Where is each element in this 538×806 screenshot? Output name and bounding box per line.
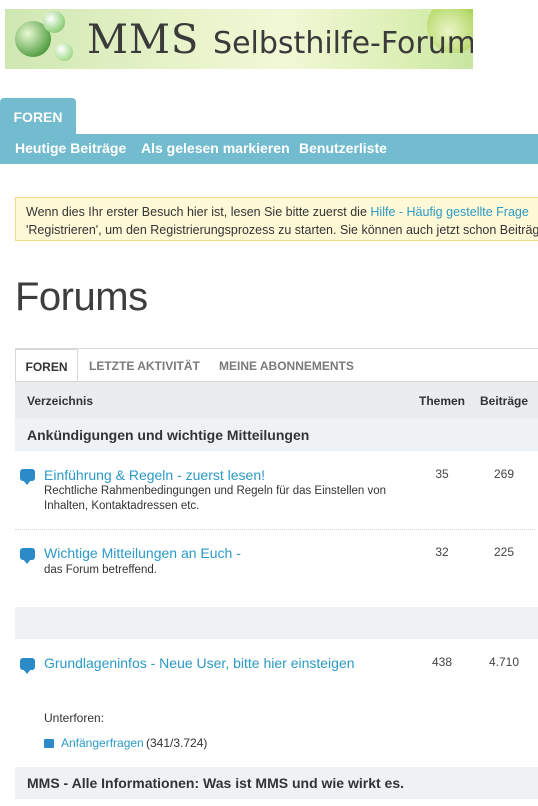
section-title: Ankündigungen und wichtige Mitteilungen (27, 427, 310, 443)
column-directory: Verzeichnis (27, 394, 94, 408)
nav-link-mark-read[interactable]: Als gelesen markieren (141, 140, 290, 156)
column-posts: Beiträge (480, 394, 529, 408)
faq-link[interactable]: Hilfe - Häufig gestellte Frage (370, 205, 528, 219)
post-count: 269 (493, 467, 515, 481)
notice-text: Wenn dies Ihr erster Besuch hier ist, le… (26, 205, 371, 219)
banner-title: MMS Selbsthilfe-Forum (87, 17, 473, 63)
bubble-graphic (43, 11, 65, 33)
tab-my-subscriptions[interactable]: MEINE ABONNEMENTS (219, 349, 354, 382)
topic-count: 32 (435, 545, 449, 559)
bubble-graphic (55, 43, 73, 61)
topic-count: 35 (435, 467, 449, 481)
post-count: 4.710 (488, 655, 520, 669)
forum-description: das Forum betreffend. (44, 564, 157, 576)
column-topics: Themen (419, 394, 466, 408)
column-header: Verzeichnis Themen Beiträge (15, 381, 538, 419)
forum-title-link[interactable]: Einführung & Regeln - zuerst lesen! (44, 467, 265, 483)
forum-title-link[interactable]: Grundlageninfos - Neue User, bitte hier … (44, 655, 355, 671)
notice-text-line2: 'Registrieren', um den Registrierungspro… (26, 223, 538, 237)
forum-description: Rechtliche Rahmenbedingungen und Regeln … (44, 485, 387, 512)
nav-link-user-list[interactable]: Benutzerliste (299, 140, 387, 156)
nav-link-todays-posts[interactable]: Heutige Beiträge (15, 140, 126, 156)
section-header[interactable] (15, 607, 538, 639)
topic-count: 438 (431, 655, 453, 669)
page-title: Forums (15, 275, 148, 319)
welcome-notice: Wenn dies Ihr erster Besuch hier ist, le… (15, 197, 538, 241)
forum-title-link[interactable]: Wichtige Mitteilungen an Euch - (44, 545, 241, 561)
subforum-count: (341/3.724) (146, 736, 208, 750)
forum-banner-logo[interactable]: MMS Selbsthilfe-Forum (5, 9, 473, 69)
row-divider (15, 529, 535, 530)
forum-icon (20, 469, 35, 485)
post-count: 225 (493, 545, 515, 559)
forum-icon (20, 548, 35, 564)
section-title: MMS - Alle Informationen: Was ist MMS un… (27, 775, 404, 791)
subforums-label: Unterforen: (44, 711, 105, 725)
sub-navbar: Heutige Beiträge Als gelesen markieren B… (0, 134, 538, 164)
subforum-icon (44, 739, 54, 748)
nav-tab-foren[interactable]: FOREN (0, 98, 76, 134)
tab-foren[interactable]: FOREN (15, 349, 78, 383)
forum-icon (20, 658, 35, 674)
forum-tabs: FOREN LETZTE AKTIVITÄT MEINE ABONNEMENTS (15, 348, 538, 383)
section-header[interactable]: Ankündigungen und wichtige Mitteilungen (15, 419, 538, 451)
tab-latest-activity[interactable]: LETZTE AKTIVITÄT (89, 349, 200, 382)
subforum-link[interactable]: Anfängerfragen (61, 736, 144, 750)
section-header[interactable]: MMS - Alle Informationen: Was ist MMS un… (15, 767, 538, 799)
